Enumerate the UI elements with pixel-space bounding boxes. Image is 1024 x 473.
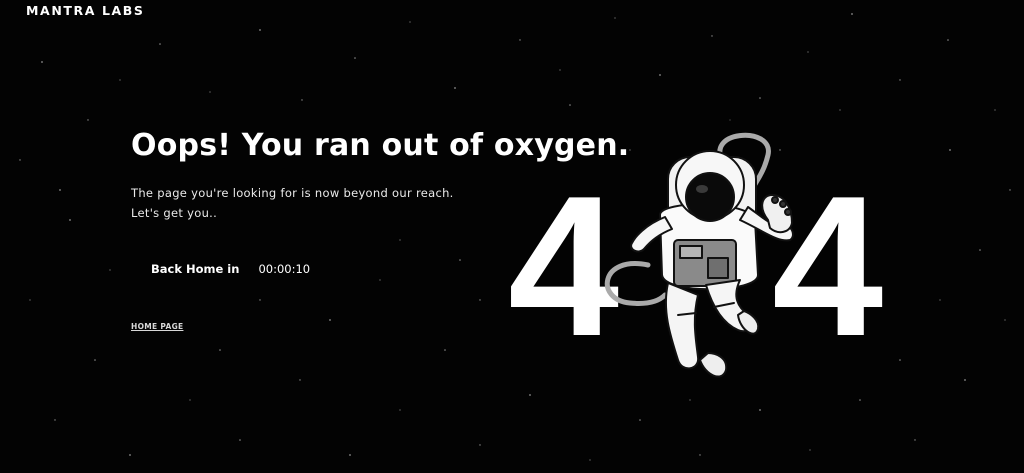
page-subtext: The page you're looking for is now beyon… (131, 183, 454, 223)
countdown-timer: 00:00:10 (258, 262, 311, 276)
countdown-label: Back Home in (151, 262, 240, 276)
redirect-countdown: Back Home in 00:00:10 (151, 262, 310, 276)
404-illustration: 4 4 (508, 132, 883, 378)
astronaut-icon (604, 132, 794, 378)
home-page-link[interactable]: HOME PAGE (131, 322, 183, 331)
subtext-line-2: Let's get you.. (131, 206, 218, 220)
error-page: MANTRA LABS Oops! You ran out of oxygen.… (0, 0, 1024, 473)
brand-logo[interactable]: MANTRA LABS (26, 3, 145, 18)
digit-four-left: 4 (508, 155, 619, 378)
digit-four-right: 4 (772, 155, 883, 378)
subtext-line-1: The page you're looking for is now beyon… (131, 186, 454, 200)
